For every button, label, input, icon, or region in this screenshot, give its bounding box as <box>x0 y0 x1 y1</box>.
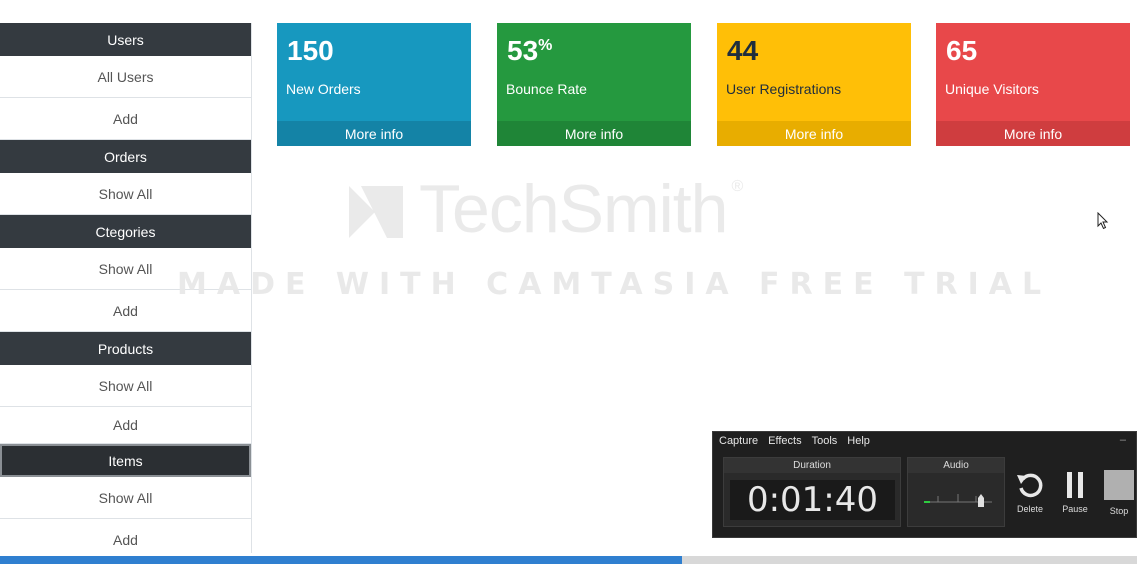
video-progress-bar[interactable] <box>0 556 1137 564</box>
menu-capture[interactable]: Capture <box>719 435 758 447</box>
sidebar-item-show-all-items[interactable]: Show All <box>0 477 251 519</box>
mouse-pointer-icon <box>1097 212 1109 230</box>
duration-value: 0:01:40 <box>730 480 895 520</box>
more-info-link[interactable]: More info <box>277 121 471 146</box>
stat-value: 150 <box>287 35 334 66</box>
sidebar-header-orders[interactable]: Orders <box>0 140 251 173</box>
pause-label: Pause <box>1062 504 1088 514</box>
sidebar-item-add-product[interactable]: Add <box>0 407 251 444</box>
stat-box-bounce-rate: 53% Bounce Rate More info <box>497 23 691 146</box>
pause-icon <box>1067 472 1083 498</box>
watermark-tagline: MADE WITH CAMTASIA FREE TRIAL <box>177 267 1052 302</box>
delete-label: Delete <box>1016 504 1043 514</box>
duration-panel: Duration 0:01:40 <box>723 457 901 527</box>
techsmith-watermark: TechSmith ® <box>345 170 743 248</box>
watermark-reg-mark: ® <box>731 178 743 195</box>
menu-help[interactable]: Help <box>847 435 870 447</box>
stat-label: New Orders <box>286 81 361 97</box>
audio-panel: Audio <box>907 457 1005 527</box>
stat-box-unique-visitors: 65 Unique Visitors More info <box>936 23 1130 146</box>
more-info-link[interactable]: More info <box>936 121 1130 146</box>
sidebar-item-add-user[interactable]: Add <box>0 98 251 140</box>
stat-value: 53% <box>507 35 553 66</box>
sidebar-header-products[interactable]: Products <box>0 332 251 365</box>
sidebar-header-users[interactable]: Users <box>0 23 251 56</box>
pause-button[interactable]: Pause <box>1055 470 1095 514</box>
sidebar-item-all-users[interactable]: All Users <box>0 56 251 98</box>
audio-label: Audio <box>908 458 1004 473</box>
watermark-brand-text: TechSmith <box>419 171 728 247</box>
duration-label: Duration <box>724 458 900 473</box>
techsmith-logo-icon <box>349 186 403 238</box>
recorder-panel: Capture Effects Tools Help – Duration 0:… <box>712 431 1137 538</box>
sidebar-item-add-item[interactable]: Add <box>0 519 251 553</box>
stop-button[interactable]: Stop <box>1099 470 1137 516</box>
audio-level-slider[interactable] <box>908 474 1004 526</box>
menu-tools[interactable]: Tools <box>812 435 838 447</box>
stat-box-user-registrations: 44 User Registrations More info <box>717 23 911 146</box>
stat-label: Unique Visitors <box>945 81 1039 97</box>
stat-value: 65 <box>946 35 978 66</box>
menu-effects[interactable]: Effects <box>768 435 801 447</box>
sidebar-header-categories[interactable]: Ctegories <box>0 215 251 248</box>
sidebar-header-items[interactable]: Items <box>0 444 251 477</box>
stat-box-new-orders: 150 New Orders More info <box>277 23 471 146</box>
sidebar-item-show-all-products[interactable]: Show All <box>0 365 251 407</box>
recorder-menu: Capture Effects Tools Help – <box>713 432 1136 450</box>
minimize-icon[interactable]: – <box>1120 434 1126 446</box>
stop-icon <box>1104 470 1134 500</box>
undo-icon <box>1017 473 1043 498</box>
stat-value: 44 <box>727 35 759 66</box>
more-info-link[interactable]: More info <box>717 121 911 146</box>
stop-label: Stop <box>1109 506 1129 516</box>
screen: Users All Users Add Orders Show All Cteg… <box>0 0 1137 564</box>
sidebar-item-show-all-orders[interactable]: Show All <box>0 173 251 215</box>
delete-button[interactable]: Delete <box>1010 470 1050 514</box>
stat-label: User Registrations <box>726 81 842 97</box>
stat-label: Bounce Rate <box>506 81 587 97</box>
video-progress-fill <box>0 556 683 564</box>
more-info-link[interactable]: More info <box>497 121 691 146</box>
